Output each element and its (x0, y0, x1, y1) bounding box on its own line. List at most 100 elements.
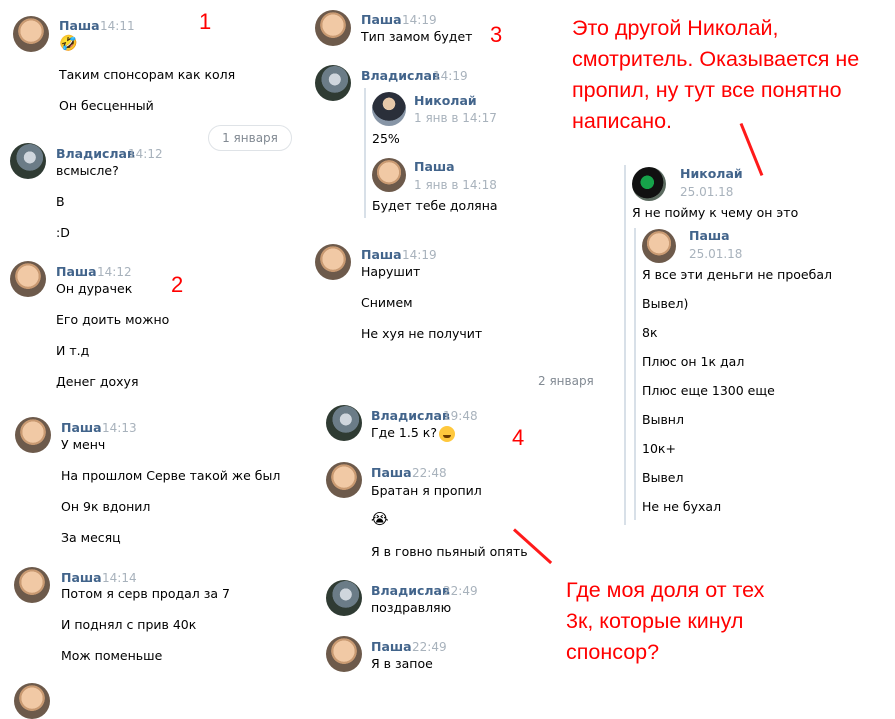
author-name[interactable]: Владислав (371, 583, 450, 598)
emoji-crying-icon: 😭 (371, 510, 389, 528)
message-time[interactable]: 14:12 (97, 265, 132, 279)
quote-text: Я все эти деньги не проебал (642, 267, 832, 282)
message-time[interactable]: 22:49 (443, 584, 478, 598)
author-name[interactable]: Паша (371, 465, 412, 480)
date-separator: 2 января (538, 374, 594, 388)
message-text: На прошлом Серве такой же был (61, 468, 281, 483)
message-time[interactable]: 14:19 (402, 248, 437, 262)
message-text: Его доить можно (56, 312, 170, 327)
message-text: За месяц (61, 530, 121, 545)
message-text: :D (56, 225, 70, 240)
date-separator: 1 января (208, 125, 292, 151)
author-name[interactable]: Владислав (361, 68, 440, 83)
quote-date[interactable]: 25.01.18 (689, 247, 742, 261)
message-time[interactable]: 14:13 (102, 421, 137, 435)
quote-author[interactable]: Николай (680, 166, 743, 181)
avatar-pasha[interactable] (315, 244, 351, 280)
avatar-pasha[interactable] (14, 683, 50, 719)
quote-text: Вывел (642, 470, 684, 485)
annotation-marker-2: 2 (171, 272, 184, 297)
message-text: И поднял с прив 40к (61, 617, 197, 632)
author-name[interactable]: Паша (61, 570, 102, 585)
avatar-pasha[interactable] (10, 261, 46, 297)
quote-author[interactable]: Николай (414, 93, 477, 108)
quote-date[interactable]: 25.01.18 (680, 185, 733, 199)
message-time[interactable]: 14:12 (128, 147, 163, 161)
forwarded-quote-bar (364, 88, 366, 218)
message-text: Снимем (361, 295, 413, 310)
message-text: Он 9к вдонил (61, 499, 151, 514)
message-text: В (56, 194, 65, 209)
message-text: всмысле? (56, 163, 119, 178)
avatar-pasha[interactable] (14, 567, 50, 603)
quote-text: 25% (372, 131, 400, 146)
message-text: Братан я пропил (371, 483, 482, 498)
quote-time[interactable]: 1 янв в 14:18 (414, 178, 497, 192)
author-name[interactable]: Паша (59, 18, 100, 33)
avatar-vladislav[interactable] (326, 405, 362, 441)
avatar-vladislav[interactable] (326, 580, 362, 616)
avatar-pasha[interactable] (326, 462, 362, 498)
avatar-nikolai[interactable] (632, 167, 666, 201)
author-name[interactable]: Владислав (371, 408, 450, 423)
quote-text: 10к+ (642, 441, 676, 456)
avatar-vladislav[interactable] (10, 143, 46, 179)
avatar-pasha[interactable] (13, 16, 49, 52)
annotation-note-top: Это другой Николай, смотритель. Оказывае… (572, 16, 860, 133)
message-text: Тип замом будет (361, 29, 473, 44)
message-time[interactable]: 22:48 (412, 466, 447, 480)
message-text: поздравляю (371, 600, 452, 615)
author-name[interactable]: Паша (361, 247, 402, 262)
quote-author[interactable]: Паша (689, 228, 730, 243)
message-text: Потом я серв продал за 7 (61, 586, 230, 601)
message-text: И т.д (56, 343, 90, 358)
nested-quote-bar (634, 228, 636, 520)
quote-text: Вывнл (642, 412, 684, 427)
emoji-smile-icon (438, 425, 455, 442)
message-text: Он дурачек (56, 281, 133, 296)
quote-text: Плюс он 1к дал (642, 354, 745, 369)
quote-text: Будет тебе доляна (372, 198, 498, 213)
quote-time[interactable]: 1 янв в 14:17 (414, 111, 497, 125)
avatar-vladislav[interactable] (315, 65, 351, 101)
quote-text: Вывел) (642, 296, 689, 311)
message-text: Я в запое (371, 656, 433, 671)
quote-text: 8к (642, 325, 658, 340)
message-time[interactable]: 14:19 (433, 69, 468, 83)
annotation-marker-3: 3 (490, 22, 503, 47)
message-text: Не хуя не получит (361, 326, 483, 341)
message-time[interactable]: 19:48 (443, 409, 478, 423)
message-text: Он бесценный (59, 98, 154, 113)
quote-author[interactable]: Паша (414, 159, 455, 174)
message-text: Мож поменьше (61, 648, 163, 663)
quote-text: Не не бухал (642, 499, 722, 514)
message-text: Нарушит (361, 264, 421, 279)
message-time[interactable]: 22:49 (412, 640, 447, 654)
avatar-nikolai[interactable] (372, 92, 406, 126)
avatar-pasha[interactable] (315, 10, 351, 46)
author-name[interactable]: Паша (61, 420, 102, 435)
author-name[interactable]: Владислав (56, 146, 135, 161)
forwarded-quote-bar (624, 165, 626, 525)
avatar-pasha[interactable] (15, 417, 51, 453)
message-time[interactable]: 14:11 (100, 19, 135, 33)
annotation-marker-4: 4 (512, 425, 525, 450)
message-time[interactable]: 14:19 (402, 13, 437, 27)
quote-text: Плюс еще 1300 еще (642, 383, 775, 398)
avatar-pasha[interactable] (326, 636, 362, 672)
quote-text: Я не пойму к чему он это (632, 205, 799, 220)
message-text: Денег дохуя (56, 374, 139, 389)
avatar-pasha[interactable] (642, 229, 676, 263)
author-name[interactable]: Паша (361, 12, 402, 27)
message-time[interactable]: 14:14 (102, 571, 137, 585)
avatar-pasha[interactable] (372, 158, 406, 192)
author-name[interactable]: Паша (56, 264, 97, 279)
message-text: Где 1.5 к? (371, 425, 455, 442)
message-text: Таким спонсорам как коля (59, 67, 236, 82)
annotation-note-bottom: Где моя доля от тех 3к, которые кинул сп… (566, 578, 765, 664)
emoji-laughing-icon: 🤣 (59, 34, 78, 52)
message-text: Я в говно пьяный опять (371, 544, 528, 559)
message-text: У менч (61, 437, 106, 452)
annotation-marker-1: 1 (199, 9, 212, 34)
author-name[interactable]: Паша (371, 639, 412, 654)
